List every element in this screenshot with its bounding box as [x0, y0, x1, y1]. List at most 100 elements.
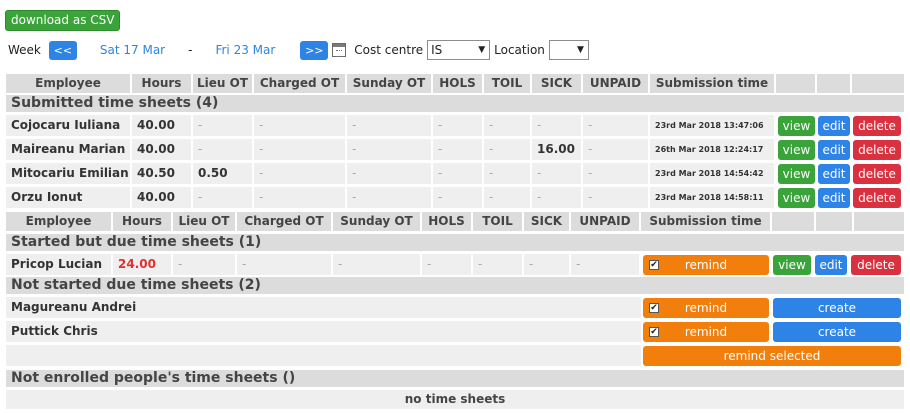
col-sick: SICK [532, 74, 583, 93]
prev-week-button[interactable]: << [48, 40, 77, 60]
col-sick: SICK [524, 212, 571, 231]
week-end-date[interactable]: Fri 23 Mar [215, 43, 275, 57]
col-employee: Employee [6, 74, 132, 93]
col-hours: Hours [132, 74, 193, 93]
chevron-down-icon: ▼ [478, 45, 486, 55]
charged-ot-value: - [254, 115, 347, 136]
edit-button[interactable]: edit [818, 140, 850, 160]
toil-value: - [484, 187, 532, 208]
col-lieu-ot: Lieu OT [173, 212, 237, 231]
edit-button[interactable]: edit [818, 116, 850, 136]
employee-name: Magureanu Andrei [6, 297, 641, 318]
location-select[interactable]: ▼ [548, 40, 589, 60]
unpaid-value: - [583, 139, 650, 160]
create-button[interactable]: create [773, 322, 901, 342]
charged-ot-value: - [254, 187, 347, 208]
week-start-date[interactable]: Sat 17 Mar [100, 43, 165, 57]
col-action-edit [816, 212, 854, 231]
chevron-down-icon: ▼ [576, 45, 584, 55]
col-action-view [776, 74, 817, 93]
col-action-view [772, 212, 816, 231]
hours-value: 24.00 [113, 254, 173, 275]
delete-button[interactable]: delete [853, 140, 901, 160]
checkbox[interactable]: ✔ [649, 260, 659, 270]
sick-value: - [532, 115, 583, 136]
cost-centre-value: IS [431, 43, 443, 57]
download-csv-button[interactable]: download as CSV [5, 10, 121, 31]
col-employee: Employee [6, 212, 113, 231]
employee-name: Maireanu Marian [6, 139, 132, 160]
col-sunday-ot: Sunday OT [333, 212, 422, 231]
toil-value: - [484, 139, 532, 160]
sunday-ot-value: - [347, 163, 433, 184]
view-button[interactable]: view [778, 164, 815, 184]
delete-button[interactable]: delete [851, 255, 901, 275]
col-hols: HOLS [422, 212, 473, 231]
hols-value: - [433, 163, 484, 184]
hours-value: 40.00 [132, 139, 193, 160]
table-header: Employee Hours Lieu OT Charged OT Sunday… [6, 212, 904, 231]
location-label: Location [494, 43, 545, 57]
edit-button[interactable]: edit [818, 188, 850, 208]
col-toil: TOIL [484, 74, 532, 93]
view-button[interactable]: view [778, 188, 815, 208]
charged-ot-value: - [237, 254, 333, 275]
create-button[interactable]: create [773, 298, 901, 318]
unpaid-value: - [583, 187, 650, 208]
checkbox[interactable]: ✔ [649, 327, 659, 337]
remind-label: remind [684, 301, 728, 315]
remind-button[interactable]: ✔ remind [643, 255, 769, 275]
cost-centre-select[interactable]: IS ▼ [427, 40, 491, 60]
col-submission-time: Submission time [650, 74, 776, 93]
delete-button[interactable]: delete [853, 116, 901, 136]
remind-button[interactable]: ✔ remind [643, 298, 769, 318]
toil-value: - [484, 163, 532, 184]
checkbox[interactable]: ✔ [649, 303, 659, 313]
week-selector: Week << Sat 17 Mar - Fri 23 Mar >> Cost … [8, 40, 589, 60]
view-button[interactable]: view [778, 116, 815, 136]
sick-value: - [532, 163, 583, 184]
sunday-ot-value: - [347, 187, 433, 208]
submission-time: 23rd Mar 2018 14:54:42 [650, 163, 776, 184]
hols-value: - [433, 115, 484, 136]
col-sunday-ot: Sunday OT [347, 74, 433, 93]
next-week-button[interactable]: >> [300, 40, 329, 60]
table-row: Pricop Lucian 24.00 - - - - - - - [6, 254, 641, 275]
col-unpaid: UNPAID [583, 74, 650, 93]
submission-time: 23rd Mar 2018 13:47:06 [650, 115, 776, 136]
sunday-ot-value: - [347, 115, 433, 136]
col-charged-ot: Charged OT [254, 74, 347, 93]
remind-button[interactable]: ✔ remind [643, 322, 769, 342]
table-row: Maireanu Marian 40.00 - - - - - 16.00 - … [6, 139, 776, 160]
hols-value: - [433, 187, 484, 208]
employee-name: Pricop Lucian [6, 254, 113, 275]
col-unpaid: UNPAID [571, 212, 641, 231]
delete-button[interactable]: delete [853, 164, 901, 184]
toil-value: - [473, 254, 524, 275]
hols-value: - [422, 254, 473, 275]
col-action-edit [817, 74, 852, 93]
table-row: Orzu Ionut 40.00 - - - - - - - 23rd Mar … [6, 187, 776, 208]
view-button[interactable]: view [778, 140, 815, 160]
col-action-delete [852, 74, 904, 93]
remind-selected-button[interactable]: remind selected [643, 346, 901, 366]
sick-value: - [524, 254, 571, 275]
col-lieu-ot: Lieu OT [193, 74, 254, 93]
view-button[interactable]: view [773, 255, 811, 275]
empty-state-message: no time sheets [6, 390, 904, 409]
col-submission-time: Submission time [641, 212, 772, 231]
calendar-icon[interactable] [332, 43, 347, 57]
week-label: Week [8, 43, 41, 57]
delete-button[interactable]: delete [853, 188, 901, 208]
charged-ot-value: - [254, 163, 347, 184]
col-action-delete [854, 212, 904, 231]
table-row [6, 345, 641, 366]
edit-button[interactable]: edit [818, 164, 850, 184]
lieu-ot-value: - [193, 187, 254, 208]
employee-name: Cojocaru Iuliana [6, 115, 132, 136]
table-row: Cojocaru Iuliana 40.00 - - - - - - - 23r… [6, 115, 776, 136]
edit-button[interactable]: edit [815, 255, 847, 275]
section-submitted: Submitted time sheets (4) [6, 95, 904, 112]
hols-value: - [433, 139, 484, 160]
hours-value: 40.00 [132, 115, 193, 136]
